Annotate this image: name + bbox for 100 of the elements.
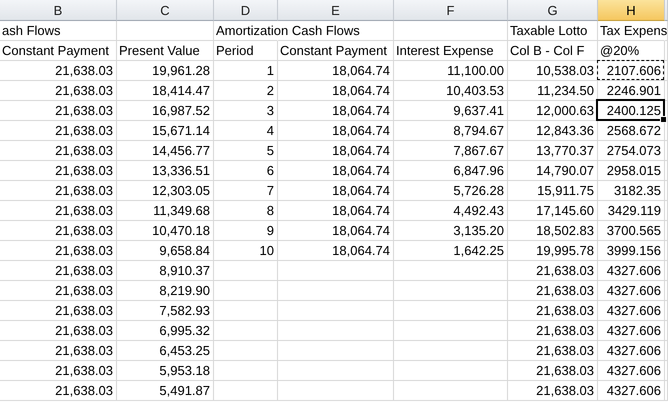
cell-text: 2958.015 <box>606 163 661 178</box>
cell-text: 4327.606 <box>606 383 661 398</box>
column-header[interactable]: B <box>0 0 117 21</box>
cell-text: 12,843.36 <box>536 123 594 138</box>
cell-text: 21,638.03 <box>536 303 594 318</box>
cell-text: 21,638.03 <box>536 263 594 278</box>
empty-cell[interactable] <box>214 381 278 401</box>
cell-text: 4327.606 <box>606 343 661 358</box>
cell-text: 18,064.74 <box>332 123 390 138</box>
cell-text: 9 <box>266 223 274 238</box>
cell-text: 21,638.03 <box>55 323 113 338</box>
empty-cell[interactable] <box>278 321 394 341</box>
empty-cell[interactable] <box>665 101 668 121</box>
empty-cell[interactable] <box>665 261 668 281</box>
cell-text: 4 <box>266 123 274 138</box>
column-header[interactable]: G <box>508 0 598 21</box>
empty-cell[interactable] <box>394 301 508 321</box>
cell-text: 10,403.53 <box>446 83 504 98</box>
empty-cell[interactable] <box>665 121 668 141</box>
cell-text: 18,064.74 <box>332 243 390 258</box>
cell-text: 11,349.68 <box>153 203 210 218</box>
cell-text: 18,414.47 <box>152 83 210 98</box>
cell-text: 8 <box>266 203 274 218</box>
empty-cell[interactable] <box>214 361 278 381</box>
cell-text: Constant Payment <box>280 43 387 58</box>
empty-cell[interactable] <box>394 21 508 41</box>
empty-cell[interactable] <box>665 241 668 261</box>
cell-text: 2754.073 <box>606 143 661 158</box>
empty-cell[interactable] <box>214 301 278 321</box>
empty-cell[interactable] <box>665 221 668 241</box>
cell-text: 10,470.18 <box>152 223 210 238</box>
cell-text: 21,638.03 <box>55 363 113 378</box>
cell-text: 4327.606 <box>606 303 661 318</box>
column-header[interactable]: D <box>214 0 278 21</box>
empty-cell[interactable] <box>278 281 394 301</box>
cell-text: 18,064.74 <box>332 203 390 218</box>
cell-text: 7 <box>266 183 274 198</box>
cell-text: 8,219.90 <box>159 283 210 298</box>
empty-cell[interactable] <box>278 341 394 361</box>
cell-text: 18,064.74 <box>332 83 390 98</box>
empty-cell[interactable] <box>214 261 278 281</box>
empty-cell[interactable] <box>665 361 668 381</box>
column-header[interactable]: E <box>278 0 394 21</box>
empty-cell[interactable] <box>394 321 508 341</box>
cell-text: 21,638.03 <box>55 143 113 158</box>
empty-cell[interactable] <box>665 61 668 81</box>
cell-text: 21,638.03 <box>55 343 113 358</box>
empty-cell[interactable] <box>665 181 668 201</box>
cell-text: 6,453.25 <box>159 343 210 358</box>
cell-text: Interest Expense <box>396 43 494 58</box>
cell-text: 10 <box>260 243 274 258</box>
empty-cell[interactable] <box>394 381 508 401</box>
cell-text: 4327.606 <box>606 263 661 278</box>
cell-text: 13,770.37 <box>536 143 594 158</box>
cell-text: 9,658.84 <box>159 243 210 258</box>
empty-cell[interactable] <box>278 261 394 281</box>
cell-text: 3429.119 <box>608 203 661 218</box>
empty-cell[interactable] <box>394 361 508 381</box>
cell-text: 16,987.52 <box>152 103 210 118</box>
empty-cell[interactable] <box>665 381 668 401</box>
cell-text: Present Value <box>119 43 200 58</box>
cell-text: 21,638.03 <box>55 383 113 398</box>
cell-text: 15,671.14 <box>152 123 210 138</box>
empty-cell[interactable] <box>665 141 668 161</box>
cell-text: 21,638.03 <box>536 343 594 358</box>
empty-cell[interactable] <box>394 341 508 361</box>
cell-text: 3,135.20 <box>453 223 504 238</box>
cell-text: 5 <box>266 143 274 158</box>
empty-cell[interactable] <box>665 201 668 221</box>
empty-cell[interactable] <box>214 321 278 341</box>
empty-cell[interactable] <box>665 321 668 341</box>
cell-text: 5,953.18 <box>159 363 210 378</box>
empty-cell[interactable] <box>665 41 668 61</box>
empty-cell[interactable] <box>394 281 508 301</box>
empty-cell[interactable] <box>665 341 668 361</box>
empty-cell[interactable] <box>278 301 394 321</box>
cell-text: 2246.901 <box>606 83 661 98</box>
empty-cell[interactable] <box>278 381 394 401</box>
cell-text: Period <box>216 43 254 58</box>
cell-text: 21,638.03 <box>55 223 113 238</box>
column-header[interactable]: F <box>394 0 508 21</box>
cell-text: 21,638.03 <box>55 243 113 258</box>
cell-text: 11,234.50 <box>537 83 594 98</box>
column-header[interactable]: C <box>117 0 214 21</box>
empty-cell[interactable] <box>394 261 508 281</box>
empty-cell[interactable] <box>665 81 668 101</box>
cell-text: 18,502.83 <box>536 223 594 238</box>
empty-cell[interactable] <box>214 341 278 361</box>
empty-cell[interactable] <box>665 301 668 321</box>
cell-text: 21,638.03 <box>55 163 113 178</box>
column-header[interactable]: H <box>598 0 665 21</box>
empty-cell[interactable] <box>117 21 214 41</box>
cell-text: 12,000.63 <box>536 103 594 118</box>
empty-cell[interactable] <box>278 361 394 381</box>
cell-text: 21,638.03 <box>55 183 113 198</box>
empty-cell[interactable] <box>214 281 278 301</box>
empty-cell[interactable] <box>665 161 668 181</box>
cell-text: 2400.125 <box>606 103 661 118</box>
cell-text: 21,638.03 <box>55 123 113 138</box>
empty-cell[interactable] <box>665 281 668 301</box>
